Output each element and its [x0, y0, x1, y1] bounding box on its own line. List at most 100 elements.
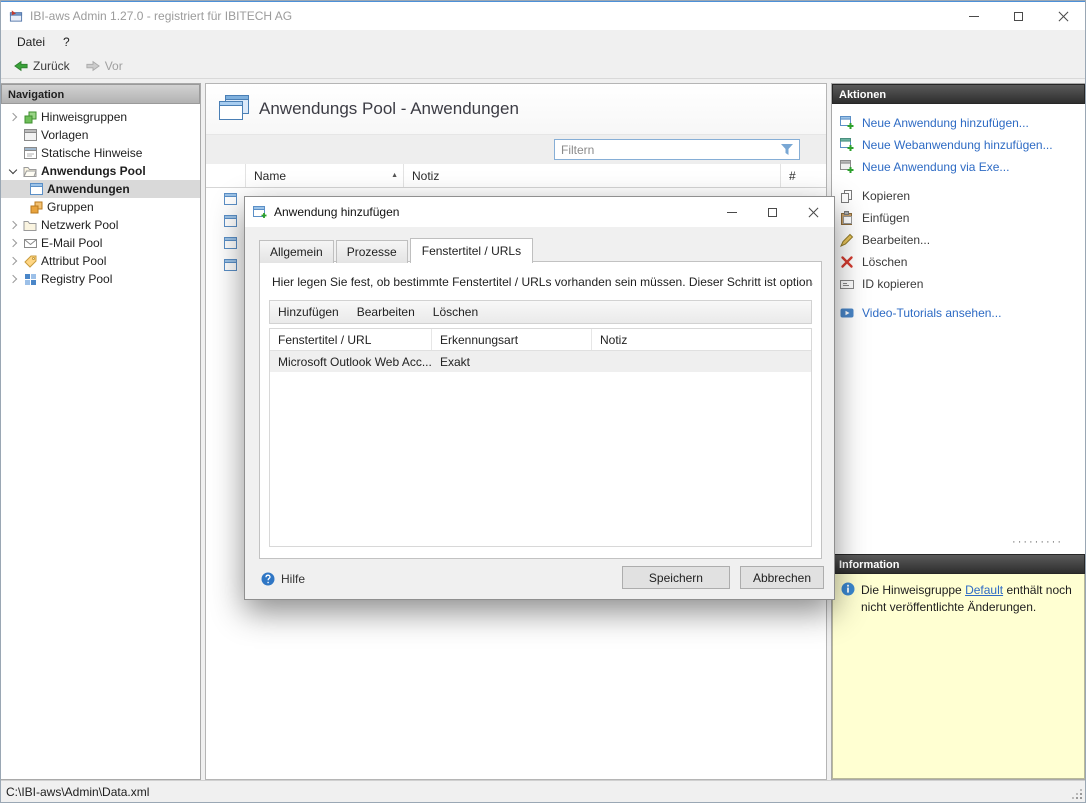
action-label: Löschen — [862, 255, 907, 269]
loeschen-button[interactable]: Löschen — [433, 305, 478, 319]
chevron-spacer — [7, 147, 19, 159]
hinzufuegen-button[interactable]: Hinzufügen — [278, 305, 339, 319]
sidebar-item-hinweisgruppen[interactable]: Hinweisgruppen — [1, 108, 200, 126]
sidebar-item-netzwerk-pool[interactable]: Netzwerk Pool — [1, 216, 200, 234]
panel-splitter-grip[interactable]: ········· — [1012, 536, 1063, 548]
dialog-tabs: Allgemein Prozesse Fenstertitel / URLs — [259, 237, 535, 262]
dialog-toolbar: Hinzufügen Bearbeiten Löschen — [269, 300, 812, 324]
filter-funnel-icon[interactable] — [780, 143, 794, 156]
action-loeschen[interactable]: Löschen — [832, 251, 1085, 273]
chevron-right-icon[interactable] — [7, 255, 19, 267]
action-label: Neue Anwendung hinzufügen... — [862, 116, 1029, 130]
action-id-kopieren[interactable]: ID kopieren — [832, 273, 1085, 295]
sidebar-item-registry-pool[interactable]: Registry Pool — [1, 270, 200, 288]
maximize-button[interactable] — [996, 2, 1041, 30]
info-icon — [841, 582, 855, 596]
info-text-before: Die Hinweisgruppe — [861, 583, 962, 597]
forward-button[interactable]: Vor — [80, 57, 129, 75]
sidebar-item-email-pool[interactable]: E-Mail Pool — [1, 234, 200, 252]
tab-allgemein[interactable]: Allgemein — [259, 240, 334, 263]
navigation-header: Navigation — [1, 84, 200, 104]
action-new-webapplication[interactable]: Neue Webanwendung hinzufügen... — [832, 134, 1085, 156]
back-button[interactable]: Zurück — [8, 57, 76, 75]
chevron-right-icon[interactable] — [7, 273, 19, 285]
filter-input[interactable] — [555, 143, 780, 157]
save-button[interactable]: Speichern — [622, 566, 730, 589]
sidebar-item-label: E-Mail Pool — [41, 236, 102, 250]
default-group-link[interactable]: Default — [965, 583, 1003, 597]
action-new-application[interactable]: Neue Anwendung hinzufügen... — [832, 112, 1085, 134]
titlebar[interactable]: IBI-aws Admin 1.27.0 - registriert für I… — [0, 0, 1086, 30]
information-panel: Die Hinweisgruppe Default enthält noch n… — [832, 574, 1085, 779]
close-button[interactable] — [1041, 2, 1086, 30]
column-erkennungsart[interactable]: Erkennungsart — [432, 329, 592, 350]
sidebar-item-anwendungen[interactable]: Anwendungen — [1, 180, 200, 198]
chevron-spacer — [7, 129, 19, 141]
dialog-titlebar[interactable]: Anwendung hinzufügen — [245, 197, 834, 227]
chevron-right-icon[interactable] — [7, 237, 19, 249]
navigation-tree: Hinweisgruppen Vorlagen Statische Hinwei… — [1, 104, 200, 288]
help-icon — [261, 572, 275, 586]
new-webapplication-icon — [840, 138, 854, 152]
column-notiz[interactable]: Notiz — [404, 164, 781, 187]
bearbeiten-button[interactable]: Bearbeiten — [357, 305, 415, 319]
close-icon — [1058, 11, 1069, 22]
applications-table-header: Name ▲ Notiz # — [206, 164, 826, 188]
chevron-right-icon[interactable] — [7, 111, 19, 123]
url-table-header: Fenstertitel / URL Erkennungsart Notiz — [270, 329, 811, 351]
sidebar-item-statische-hinweise[interactable]: Statische Hinweise — [1, 144, 200, 162]
action-bearbeiten[interactable]: Bearbeiten... — [832, 229, 1085, 251]
video-icon — [840, 306, 854, 320]
column-count[interactable]: # — [781, 164, 826, 187]
menu-help[interactable]: ? — [54, 32, 79, 52]
cancel-button[interactable]: Abbrechen — [740, 566, 824, 589]
dialog-anwendung-hinzufuegen: Anwendung hinzufügen Allgemein Prozesse … — [244, 196, 835, 600]
sidebar-item-label: Gruppen — [47, 200, 94, 214]
actions-list: Neue Anwendung hinzufügen... Neue Webanw… — [832, 104, 1085, 324]
chevron-right-icon[interactable] — [7, 219, 19, 231]
sidebar-item-vorlagen[interactable]: Vorlagen — [1, 126, 200, 144]
data-file-path: C:\IBI-aws\Admin\Data.xml — [6, 785, 149, 799]
action-new-application-exe[interactable]: Neue Anwendung via Exe... — [832, 156, 1085, 178]
tab-description: Hier legen Sie fest, ob bestimmte Fenste… — [272, 275, 813, 289]
dialog-icon — [253, 205, 267, 219]
column-label: Notiz — [600, 333, 627, 347]
sidebar-item-anwendungs-pool[interactable]: Anwendungs Pool — [1, 162, 200, 180]
forward-arrow-icon — [86, 59, 100, 73]
sidebar-item-label: Statische Hinweise — [41, 146, 142, 160]
action-kopieren[interactable]: Kopieren — [832, 185, 1085, 207]
dialog-minimize-button[interactable] — [711, 197, 752, 227]
minimize-button[interactable] — [951, 2, 996, 30]
tab-fenstertitel-urls[interactable]: Fenstertitel / URLs — [410, 238, 533, 263]
url-table: Fenstertitel / URL Erkennungsart Notiz M… — [269, 328, 812, 547]
dialog-close-button[interactable] — [793, 197, 834, 227]
action-video-tutorials[interactable]: Video-Tutorials ansehen... — [832, 302, 1085, 324]
actions-separator — [832, 295, 1085, 302]
menu-datei[interactable]: Datei — [8, 32, 54, 52]
sidebar-item-gruppen[interactable]: Gruppen — [1, 198, 200, 216]
chevron-down-icon[interactable] — [7, 165, 19, 177]
url-table-row[interactable]: Microsoft Outlook Web Acc... Exakt — [270, 351, 811, 372]
action-label: Neue Anwendung via Exe... — [862, 160, 1009, 174]
help-label: Hilfe — [281, 572, 305, 586]
sidebar-item-label: Anwendungen — [47, 182, 130, 196]
column-icon[interactable] — [206, 164, 246, 187]
application-icon — [223, 236, 237, 250]
action-einfuegen[interactable]: Einfügen — [832, 207, 1085, 229]
actions-header: Aktionen — [832, 84, 1085, 104]
sidebar-item-attribut-pool[interactable]: Attribut Pool — [1, 252, 200, 270]
column-notiz[interactable]: Notiz — [592, 329, 811, 350]
status-bar: C:\IBI-aws\Admin\Data.xml — [0, 780, 1086, 803]
action-label: Video-Tutorials ansehen... — [862, 306, 1001, 320]
minimize-icon — [727, 212, 737, 213]
minimize-icon — [969, 16, 979, 17]
column-fenstertitel-url[interactable]: Fenstertitel / URL — [270, 329, 432, 350]
resize-grip[interactable] — [1080, 797, 1082, 799]
static-hints-icon — [23, 146, 37, 160]
column-name[interactable]: Name ▲ — [246, 164, 404, 187]
help-button[interactable]: Hilfe — [261, 572, 305, 586]
tab-prozesse[interactable]: Prozesse — [336, 240, 408, 263]
back-label: Zurück — [33, 59, 70, 73]
paste-icon — [840, 211, 854, 225]
dialog-maximize-button[interactable] — [752, 197, 793, 227]
